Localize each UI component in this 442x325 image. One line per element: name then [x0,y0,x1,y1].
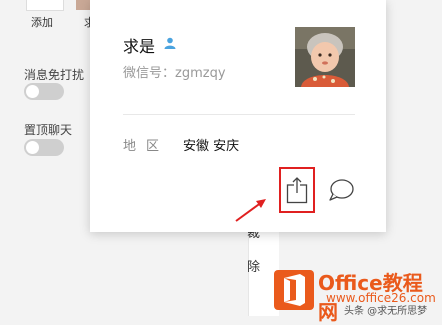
region-value: 安徽 安庆 [183,139,240,154]
person-icon [164,37,176,49]
pin-chat-toggle[interactable] [24,139,64,156]
mute-notifications-toggle[interactable] [24,83,64,100]
chat-settings-panel: 添加 求 消息免打扰 置顶聊天 [0,0,100,316]
chat-bubble-icon[interactable] [328,178,354,202]
toggle-knob [26,141,39,154]
annotation-arrow-icon [235,199,266,222]
toggle-knob [26,85,39,98]
background-text: 除 [247,260,261,275]
share-icon[interactable] [286,176,308,204]
region-label: 地区 [123,139,170,154]
avatar-image [295,27,355,87]
contact-name: 求是 [123,37,156,56]
wechat-id: 微信号：zgmzqy [123,66,226,81]
mute-notifications-label: 消息免打扰 [24,68,85,82]
pin-chat-label: 置顶聊天 [24,123,73,137]
watermark: Office教程网 www.office26.com 头条 @求无所思梦 [274,262,442,324]
office-logo-icon [274,270,314,310]
contact-avatar[interactable] [295,27,355,87]
add-member-tile[interactable] [26,0,64,11]
watermark-author: 头条 @求无所思梦 [344,306,428,317]
add-member-label: 添加 [31,16,53,29]
divider [123,114,355,115]
